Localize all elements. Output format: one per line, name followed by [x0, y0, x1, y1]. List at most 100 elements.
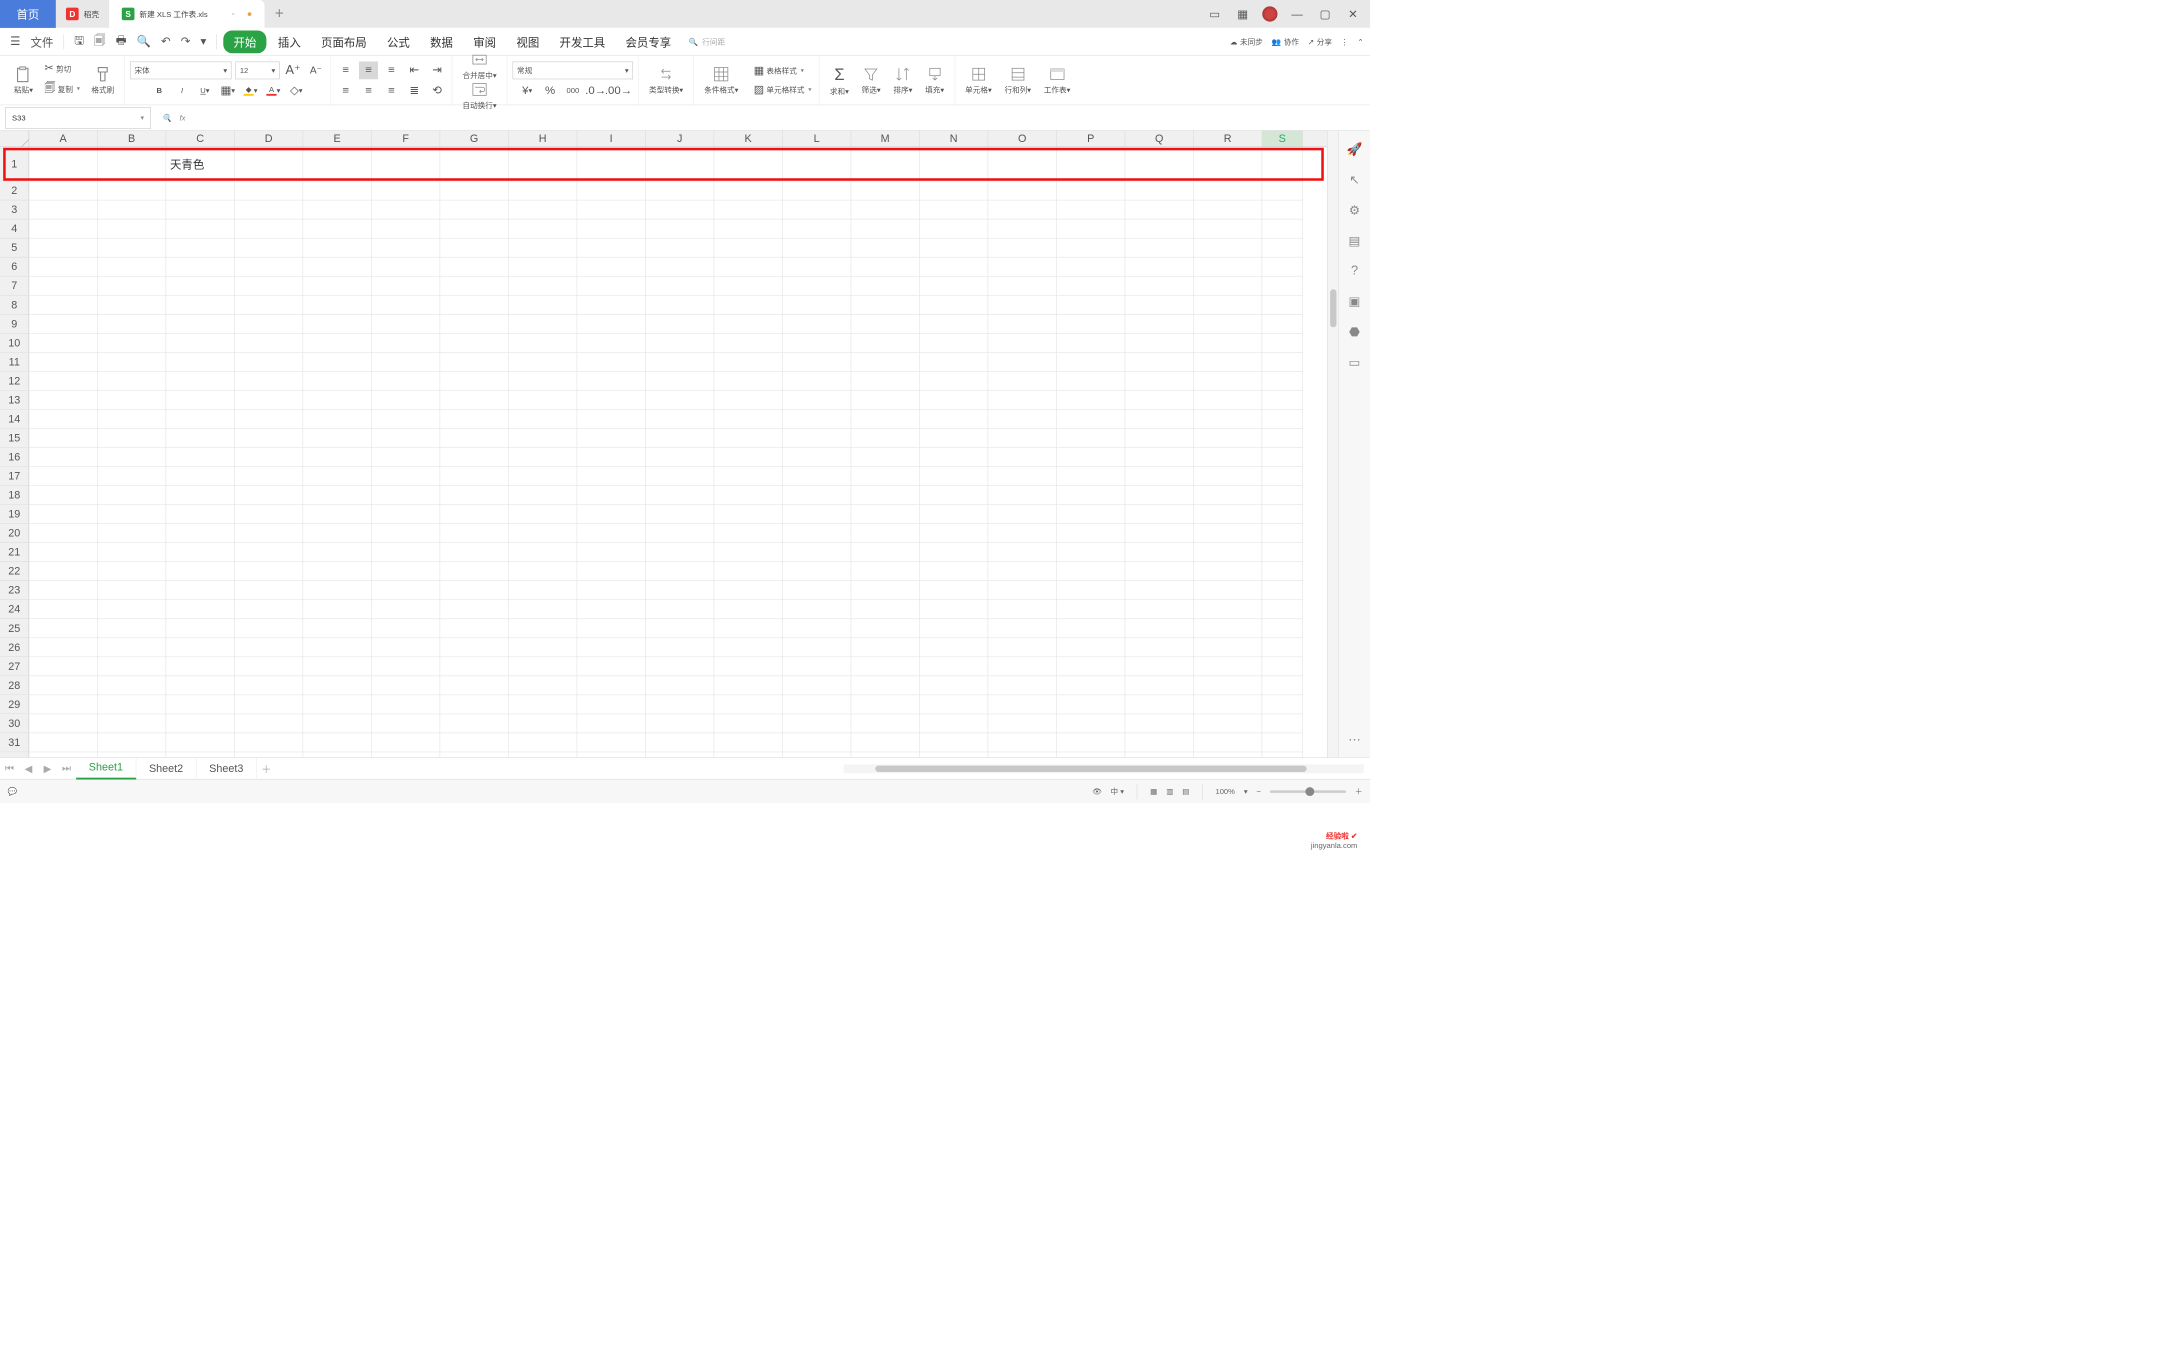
cell-A9[interactable]	[29, 315, 98, 334]
type-convert[interactable]: 类型转换▾	[644, 65, 688, 95]
cell-A26[interactable]	[29, 638, 98, 657]
cell-L22[interactable]	[783, 562, 852, 581]
cell-A6[interactable]	[29, 258, 98, 277]
cell-Q4[interactable]	[1125, 219, 1194, 238]
cell-P32[interactable]	[1057, 752, 1126, 757]
row-header[interactable]: 13	[0, 391, 29, 410]
sheet-prev[interactable]: ◀	[19, 762, 38, 775]
cell-S5[interactable]	[1262, 238, 1303, 257]
cell-J3[interactable]	[646, 200, 715, 219]
cell-L29[interactable]	[783, 695, 852, 714]
row-header[interactable]: 11	[0, 353, 29, 372]
cell-J28[interactable]	[646, 676, 715, 695]
cell-P10[interactable]	[1057, 334, 1126, 353]
cell-K18[interactable]	[714, 486, 783, 505]
decrease-font[interactable]: A⁻	[306, 61, 325, 79]
cell-K14[interactable]	[714, 410, 783, 429]
status-chat-icon[interactable]: 💬	[8, 787, 17, 796]
cell-J26[interactable]	[646, 638, 715, 657]
cell-S31[interactable]	[1262, 733, 1303, 752]
row-header[interactable]: 32	[0, 752, 29, 757]
sp-select-icon[interactable]: ↖	[1345, 170, 1364, 189]
cell-M21[interactable]	[851, 543, 920, 562]
cell-H17[interactable]	[509, 467, 578, 486]
cell-Q23[interactable]	[1125, 581, 1194, 600]
cell-Q12[interactable]	[1125, 372, 1194, 391]
cell-D5[interactable]	[235, 238, 304, 257]
save-icon[interactable]: 🖫	[70, 29, 87, 53]
cell-A19[interactable]	[29, 505, 98, 524]
cell-Q13[interactable]	[1125, 391, 1194, 410]
cell-P23[interactable]	[1057, 581, 1126, 600]
cell-F22[interactable]	[372, 562, 441, 581]
cell-D26[interactable]	[235, 638, 304, 657]
cell-F26[interactable]	[372, 638, 441, 657]
cell-E22[interactable]	[303, 562, 372, 581]
menu-icon[interactable]: ☰	[6, 32, 24, 50]
cell-C26[interactable]	[166, 638, 235, 657]
cell-B19[interactable]	[98, 505, 167, 524]
cell-J19[interactable]	[646, 505, 715, 524]
cell-K25[interactable]	[714, 619, 783, 638]
cell-A24[interactable]	[29, 600, 98, 619]
cell-O23[interactable]	[988, 581, 1057, 600]
cell-N8[interactable]	[920, 296, 989, 315]
cell-D22[interactable]	[235, 562, 304, 581]
cell-R8[interactable]	[1194, 296, 1263, 315]
worksheet-button[interactable]: 工作表▾	[1039, 65, 1076, 95]
cell-B15[interactable]	[98, 429, 167, 448]
cell-F32[interactable]	[372, 752, 441, 757]
cell-N27[interactable]	[920, 657, 989, 676]
font-size[interactable]: 12▾	[235, 61, 279, 79]
row-header[interactable]: 25	[0, 619, 29, 638]
cell-G23[interactable]	[440, 581, 509, 600]
row-header[interactable]: 24	[0, 600, 29, 619]
cell-J21[interactable]	[646, 543, 715, 562]
cell-G17[interactable]	[440, 467, 509, 486]
cell-P18[interactable]	[1057, 486, 1126, 505]
cell-B14[interactable]	[98, 410, 167, 429]
cell-D6[interactable]	[235, 258, 304, 277]
cell-R29[interactable]	[1194, 695, 1263, 714]
cell-D15[interactable]	[235, 429, 304, 448]
cell-N18[interactable]	[920, 486, 989, 505]
unsync-button[interactable]: ☁ 未同步	[1230, 36, 1263, 47]
cell-A5[interactable]	[29, 238, 98, 257]
col-header-D[interactable]: D	[235, 131, 304, 147]
cell-S14[interactable]	[1262, 410, 1303, 429]
cell-P31[interactable]	[1057, 733, 1126, 752]
cell-B31[interactable]	[98, 733, 167, 752]
cell-N10[interactable]	[920, 334, 989, 353]
cell-N28[interactable]	[920, 676, 989, 695]
cell-K24[interactable]	[714, 600, 783, 619]
underline-button[interactable]: U▾	[195, 82, 214, 100]
cell-J11[interactable]	[646, 353, 715, 372]
cell-A8[interactable]	[29, 296, 98, 315]
row-header[interactable]: 31	[0, 733, 29, 752]
view-pagebreak[interactable]: ▤	[1182, 787, 1189, 796]
fill-button[interactable]: 填充▾	[920, 65, 949, 95]
cell-B18[interactable]	[98, 486, 167, 505]
cell-Q26[interactable]	[1125, 638, 1194, 657]
cell-J27[interactable]	[646, 657, 715, 676]
cell-J15[interactable]	[646, 429, 715, 448]
cell-G9[interactable]	[440, 315, 509, 334]
cell-G19[interactable]	[440, 505, 509, 524]
cell-C14[interactable]	[166, 410, 235, 429]
share-button[interactable]: ↗ 分享	[1308, 36, 1332, 47]
cell-P2[interactable]	[1057, 181, 1126, 200]
indent-inc[interactable]: ⇥	[428, 61, 447, 79]
cell-O9[interactable]	[988, 315, 1057, 334]
cell-K30[interactable]	[714, 714, 783, 733]
indent-dec[interactable]: ⇤	[405, 61, 424, 79]
col-header-K[interactable]: K	[714, 131, 783, 147]
cell-C2[interactable]	[166, 181, 235, 200]
cell-F11[interactable]	[372, 353, 441, 372]
dec-decimal[interactable]: .00→	[609, 82, 628, 100]
cell-M31[interactable]	[851, 733, 920, 752]
cell-N22[interactable]	[920, 562, 989, 581]
cell-B1[interactable]	[98, 147, 167, 181]
cell-D29[interactable]	[235, 695, 304, 714]
cell-K10[interactable]	[714, 334, 783, 353]
cell-L14[interactable]	[783, 410, 852, 429]
